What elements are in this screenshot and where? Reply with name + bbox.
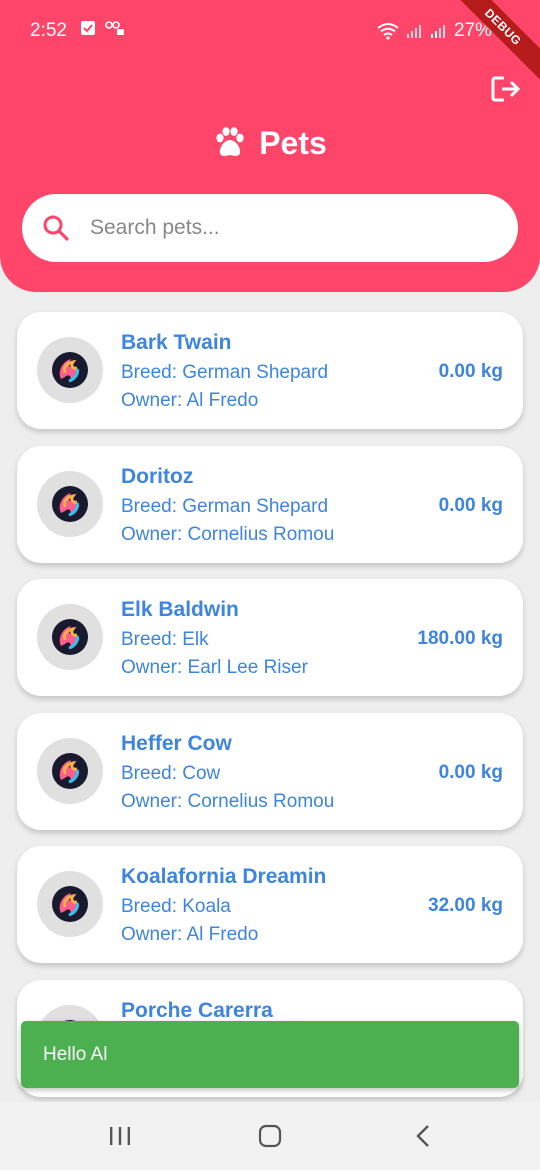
logout-icon (491, 76, 521, 102)
pet-name: Doritoz (121, 464, 194, 488)
home-icon[interactable] (258, 1124, 282, 1148)
pet-card[interactable]: Bark Twain Breed: German Shepard Owner: … (17, 312, 523, 429)
notification-icons (80, 20, 126, 36)
status-bar: 2:52 27% (0, 0, 540, 62)
page-title: Pets (259, 124, 327, 161)
avatar (37, 470, 103, 537)
search-icon (43, 215, 69, 241)
pet-logo-icon (52, 352, 88, 388)
pet-breed: Breed: German Shepard (121, 362, 329, 383)
logout-button[interactable] (488, 72, 524, 106)
pet-logo-icon (52, 886, 88, 922)
avatar (37, 737, 103, 804)
pet-owner: Owner: Cornelius Romou (121, 790, 335, 812)
pet-breed: Breed: Elk (121, 629, 209, 650)
pet-card[interactable]: Doritoz Breed: German Shepard Owner: Cor… (17, 445, 523, 563)
checkbox-notification-icon (81, 21, 95, 35)
signal-icon-1 (406, 25, 421, 38)
recent-apps-icon[interactable] (108, 1124, 132, 1148)
pet-card[interactable]: Koalafornia Dreamin Breed: Koala Owner: … (17, 846, 523, 963)
voicemail-lock-icon (105, 21, 124, 35)
pet-logo-icon (52, 485, 88, 522)
avatar (37, 337, 103, 403)
pet-owner: Owner: Al Fredo (121, 390, 259, 411)
pet-weight: 0.00 kg (438, 494, 503, 516)
pet-logo-icon (52, 619, 88, 655)
pet-card[interactable]: Elk Baldwin Breed: Elk Owner: Earl Lee R… (17, 579, 523, 696)
pet-name: Heffer Cow (121, 731, 232, 755)
back-icon[interactable] (412, 1124, 436, 1148)
pet-name: Koalafornia Dreamin (121, 865, 327, 888)
pet-weight: 180.00 kg (417, 628, 503, 649)
status-time: 2:52 (30, 20, 67, 41)
pet-name: Porche Carerra (121, 998, 273, 1022)
avatar (37, 871, 103, 937)
signal-icon-2 (430, 25, 445, 38)
snackbar-message: Hello Al (43, 1043, 108, 1065)
paw-icon (216, 127, 244, 156)
pet-weight: 32.00 kg (428, 895, 503, 916)
pet-owner: Owner: Al Fredo (121, 924, 259, 945)
pet-breed: Breed: Koala (121, 896, 231, 917)
snackbar: Hello Al (21, 1021, 519, 1088)
title-row: Pets (0, 118, 540, 168)
pet-owner: Owner: Earl Lee Riser (121, 657, 308, 678)
pet-breed: Breed: German Shepard (121, 495, 329, 517)
system-navigation-bar (0, 1102, 540, 1170)
pet-name: Bark Twain (121, 331, 232, 354)
search-input[interactable] (90, 216, 470, 240)
pet-weight: 0.00 kg (438, 761, 503, 783)
search-bar[interactable] (22, 194, 518, 262)
avatar (37, 604, 103, 670)
pet-owner: Owner: Cornelius Romou (121, 523, 335, 545)
app-header: 2:52 27% DEBUG Pets Search pets... (0, 0, 540, 292)
pet-weight: 0.00 kg (438, 361, 503, 382)
pet-logo-icon (52, 752, 88, 789)
wifi-icon (377, 23, 399, 40)
pet-breed: Breed: Cow (121, 762, 221, 784)
system-icons: 27% (376, 20, 492, 42)
pet-name: Elk Baldwin (121, 598, 239, 621)
pet-card[interactable]: Heffer Cow Breed: Cow Owner: Cornelius R… (17, 712, 523, 830)
pet-list: Bark Twain Breed: German Shepard Owner: … (17, 312, 523, 1113)
